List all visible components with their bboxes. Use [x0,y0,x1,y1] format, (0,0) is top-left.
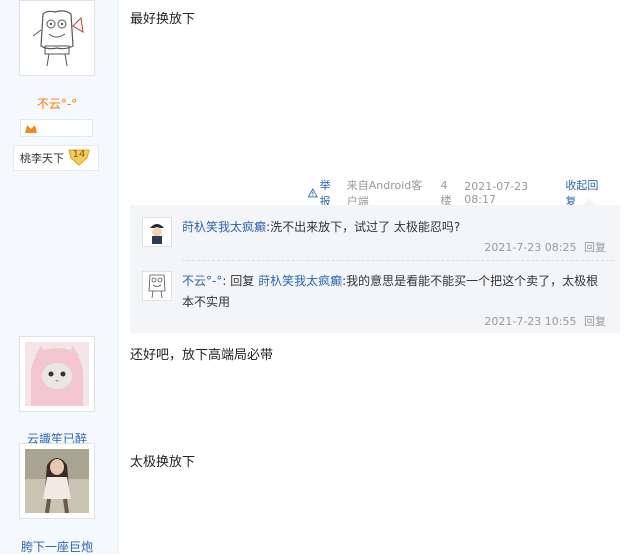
reply-meta: 2021-7-23 10:55 回复 [484,313,606,329]
reply-item: 莳杁笑我太疯癫:洗不出来放下，试过了 太极能忍吗? 2021-7-23 08:2… [142,217,612,257]
cartoon-character-icon [143,218,171,246]
post-content: 最好换放下 [130,12,196,27]
reply-target[interactable]: 莳杁笑我太疯癫 [258,274,342,288]
floor-number: 4楼 [440,178,452,207]
reply-author[interactable]: 莳杁笑我太疯癫 [182,220,266,234]
reply-divider [182,260,614,261]
reply-text: 洗不出来放下，试过了 太极能忍吗? [270,220,461,234]
avatar[interactable] [19,0,95,76]
reply-separator: : [222,274,227,288]
reply-button[interactable]: 回复 [584,315,606,328]
reply-author[interactable]: 不云°-° [182,274,222,288]
reply-meta: 2021-7-23 08:25 回复 [484,239,606,255]
post-content: 还好吧，放下高端局必带 [130,348,274,363]
reply-button[interactable]: 回复 [584,241,606,254]
reply-item: 不云°-°: 回复 莳杁笑我太疯癫:我的意思是看能不能买一个把这个卖了，太极根本… [142,271,612,329]
level-number: 14 [72,149,86,160]
post-meta: 举报 来自Android客户端 4楼 2021-07-23 08:17 收起回复 [300,179,616,208]
avatar[interactable] [142,271,172,301]
medal-icon [25,125,37,133]
spongebob-sketch-icon [25,6,89,70]
post-content: 太极换放下 [130,455,196,470]
reply-panel: 莳杁笑我太疯癫:洗不出来放下，试过了 太极能忍吗? 2021-7-23 08:2… [130,198,620,333]
panel-arrow [582,198,596,205]
spongebob-sketch-icon [143,272,171,300]
avatar[interactable] [142,217,172,247]
girl-photo-icon [25,449,89,513]
medal-bar [20,119,93,137]
post-author-name[interactable]: 胯下一座巨炮 [0,538,114,555]
pink-hood-cat-icon [25,342,89,406]
avatar[interactable] [19,336,95,412]
reply-content: 莳杁笑我太疯癫:洗不出来放下，试过了 太极能忍吗? [182,217,607,238]
reply-content: 不云°-°: 回复 莳杁笑我太疯癫:我的意思是看能不能买一个把这个卖了，太极根本… [182,271,607,313]
post-author-name[interactable]: 不云°-° [0,95,114,112]
reply-time: 2021-7-23 08:25 [484,241,577,254]
rank-title: 桃李天下 [20,152,64,165]
rank-badge[interactable]: 桃李天下 14 [13,145,99,171]
reply-prefix: 回复 [230,274,255,288]
post-time: 2021-07-23 08:17 [464,180,529,206]
avatar[interactable] [19,443,95,519]
reply-time: 2021-7-23 10:55 [484,315,577,328]
warning-icon [308,188,318,198]
level-badge: 14 [68,148,90,166]
